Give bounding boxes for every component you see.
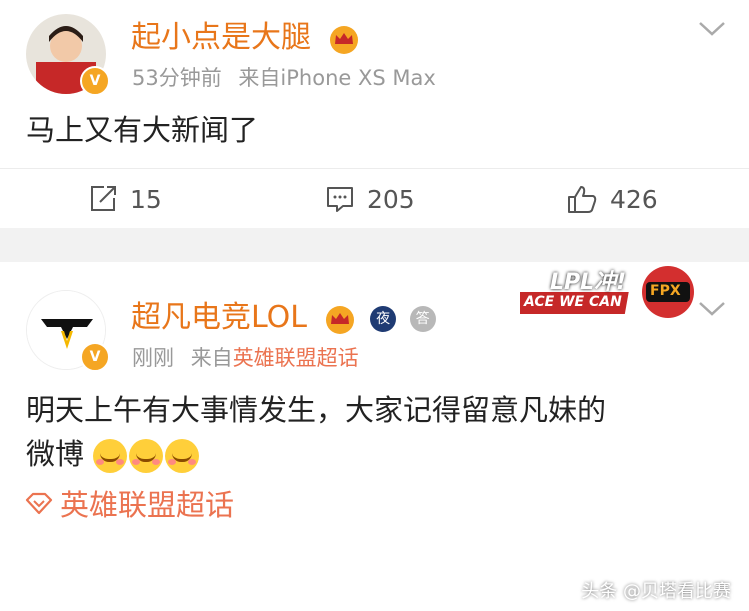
repost-button[interactable]: 15	[88, 183, 162, 215]
verified-icon: V	[80, 342, 110, 372]
sticker-line-2: ACE WE CAN	[524, 294, 622, 310]
comment-button[interactable]: 205	[325, 183, 415, 215]
verified-icon: V	[80, 66, 110, 96]
username-text[interactable]: 超凡电竞LOL	[131, 300, 307, 335]
repost-count: 15	[130, 184, 162, 214]
post-time: 刚刚	[132, 346, 174, 370]
feed-divider	[0, 228, 749, 262]
username[interactable]: 起小点是大腿	[131, 12, 361, 56]
action-bar: 15 205 426	[0, 168, 749, 229]
post-text: 明天上午有大事情发生，大家记得留意凡妹的 微博	[26, 388, 726, 476]
drool-emoji-icon	[129, 439, 164, 473]
comment-count: 205	[367, 184, 415, 214]
avatar[interactable]: V	[26, 290, 110, 372]
watermark: 头条 @贝塔看比赛	[581, 581, 731, 602]
chevron-down-icon[interactable]	[697, 298, 727, 318]
like-icon	[568, 186, 597, 213]
post-meta: 刚刚 来自英雄联盟超话	[132, 342, 359, 372]
crown-icon	[329, 25, 358, 54]
post-time: 53分钟前	[132, 66, 222, 90]
sticker-tag: FPX	[650, 283, 681, 299]
drool-emoji-icon	[165, 439, 200, 473]
post-text-line-1: 明天上午有大事情发生，大家记得留意凡妹的	[26, 393, 607, 427]
like-count: 426	[610, 184, 658, 214]
post-source-link[interactable]: 英雄联盟超话	[233, 346, 359, 370]
lpl-sticker: LPL冲! ACE WE CAN FPX	[512, 262, 695, 322]
source-prefix: 来自	[190, 346, 233, 370]
comment-icon	[327, 187, 353, 212]
night-badge: 夜	[370, 305, 397, 332]
repost-icon	[91, 186, 116, 211]
chevron-down-icon[interactable]	[697, 18, 727, 38]
username-text[interactable]: 起小点是大腿	[131, 20, 311, 55]
source-prefix: 来自	[238, 66, 281, 90]
crown-icon	[325, 305, 354, 334]
topic-diamond-icon	[25, 492, 53, 515]
sticker-line-1: LPL冲!	[550, 270, 627, 295]
username[interactable]: 超凡电竞LOL 夜 答	[131, 292, 436, 336]
topic-text[interactable]: 英雄联盟超话	[60, 482, 234, 524]
post-text: 马上又有大新闻了	[26, 113, 259, 147]
post-meta: 53分钟前 来自iPhone XS Max	[132, 62, 436, 92]
topic-link[interactable]: 英雄联盟超话	[24, 482, 234, 524]
post-card-1: V 起小点是大腿 53分钟前 来自iPhone XS Max 马上又有大新闻了 …	[0, 0, 749, 228]
post-text-word: 微博	[26, 437, 85, 471]
answer-badge: 答	[409, 305, 436, 332]
avatar[interactable]: V	[26, 14, 110, 96]
like-button[interactable]: 426	[566, 183, 658, 215]
post-source: iPhone XS Max	[280, 66, 436, 90]
drool-emoji-icon	[93, 439, 128, 473]
post-text-line-2: 微博	[26, 432, 726, 476]
